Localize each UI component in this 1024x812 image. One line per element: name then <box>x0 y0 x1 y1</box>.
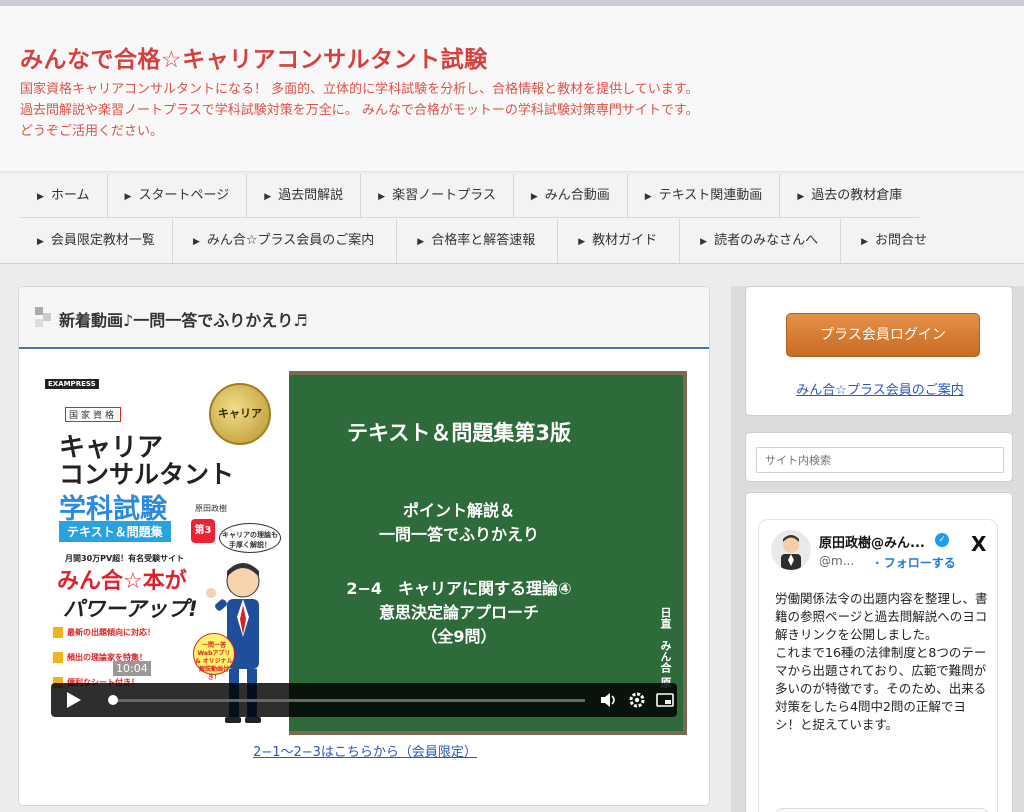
triangle-right-icon: ▶ <box>578 237 586 247</box>
board-line-3: 2−4 キャリアに関する理論④ <box>346 579 572 598</box>
member-video-link[interactable]: 2−1〜2−3はこちらから（会員限定） <box>19 741 711 760</box>
verified-badge-icon: ✓ <box>935 533 949 547</box>
book-feature: 最新の出題傾向に対応！ <box>53 627 193 638</box>
section-header: 新着動画♪一問一答でふりかえり♬ <box>19 287 709 349</box>
book-bubble: キャリアの理論も手厚く解説！ <box>219 523 281 553</box>
x-logo-icon[interactable]: X <box>971 532 986 556</box>
site-search-input[interactable] <box>756 447 1004 473</box>
login-widget: プラス会員ログイン みん合☆プラス会員のご案内 <box>745 286 1013 416</box>
chalkboard: テキスト＆問題集第3版 ポイント解説＆ 一問一答でふりかえり 2−4 キャリアに… <box>289 371 687 735</box>
board-line-1: ポイント解説＆ <box>402 501 515 520</box>
triangle-right-icon: ▶ <box>417 237 425 247</box>
volume-icon[interactable] <box>599 691 619 709</box>
nav-item-label: スタートページ <box>138 188 230 203</box>
tweet-card: 原田政樹@みん... ✓ @m... · フォローする X 労働関係法令の出題内… <box>758 519 998 812</box>
avatar-portrait-icon <box>781 535 801 570</box>
nav-item-label: 会員限定教材一覧 <box>50 233 155 248</box>
board-title: テキスト＆問題集第3版 <box>347 421 571 445</box>
book-cover-image: EXAMPRESS キャリア 国家資格 キャリア コンサルタント 原田政樹 学科… <box>41 371 289 735</box>
nav-row-1: ▶ ホーム ▶ スタートページ ▶ 過去問解説 ▶ 楽習ノートプラス ▶ みん合動画 ▶ テ… <box>20 174 920 218</box>
nav-item-note-plus[interactable]: ▶ 楽習ノートプラス <box>361 174 514 218</box>
board-line-4: 意思決定論アプローチ <box>378 603 539 622</box>
book-power: パワーアップ! <box>63 597 198 621</box>
triangle-right-icon: ▶ <box>797 192 805 202</box>
nav-item-label: 教材ガイド <box>592 233 658 248</box>
nav-item-member-materials[interactable]: ▶ 会員限定教材一覧 <box>20 219 173 263</box>
nav-item-pass-rate[interactable]: ▶ 合格率と解答速報 <box>397 219 559 263</box>
board-line-5: （全9問） <box>421 627 497 646</box>
picture-in-picture-icon[interactable] <box>655 691 675 709</box>
board-side-note: 日直 みん合 原 <box>659 607 672 688</box>
book-label: 国家資格 <box>65 407 122 422</box>
sidebar: プラス会員ログイン みん合☆プラス会員のご案内 原田政樹@みん... ✓ @m.… <box>731 286 1024 812</box>
triangle-right-icon: ▶ <box>124 192 132 202</box>
follow-button[interactable]: · フォローする <box>875 554 956 571</box>
video-controls: 10:04 <box>51 661 677 717</box>
triangle-right-icon: ▶ <box>37 237 44 247</box>
triangle-right-icon: ▶ <box>644 192 652 202</box>
site-description: 国家資格キャリアコンサルタントになる！ 多面的、立体的に学科試験を分析し、合格情… <box>20 82 699 139</box>
plus-login-button[interactable]: プラス会員ログイン <box>786 313 980 357</box>
nav-item-text-videos[interactable]: ▶ テキスト関連動画 <box>628 174 781 218</box>
seek-bar[interactable] <box>108 695 585 705</box>
video-player[interactable]: EXAMPRESS キャリア 国家資格 キャリア コンサルタント 原田政樹 学科… <box>41 371 687 735</box>
nav-item-label: テキスト関連動画 <box>658 188 763 203</box>
twitter-widget: 原田政樹@みん... ✓ @m... · フォローする X 労働関係法令の出題内… <box>745 492 1013 812</box>
nav-item-label: ホーム <box>50 188 90 203</box>
book-medal: キャリア <box>209 383 271 445</box>
nav-item-plus-guide[interactable]: ▶ みん合☆プラス会員のご案内 <box>173 219 398 263</box>
search-widget <box>745 432 1013 482</box>
triangle-right-icon: ▶ <box>378 192 386 202</box>
book-brand: EXAMPRESS <box>45 379 99 389</box>
book-badge: 一問一答 Webアプリ & オリジナル 解説動画付き！ <box>193 633 235 681</box>
site-title[interactable]: みんなで合格☆キャリアコンサルタント試験 <box>20 40 488 74</box>
plus-guide-link[interactable]: みん合☆プラス会員のご案内 <box>746 379 1014 398</box>
book-title-2: コンサルタント <box>59 460 235 489</box>
nav-row-2: ▶ 会員限定教材一覧 ▶ みん合☆プラス会員のご案内 ▶ 合格率と解答速報 ▶ 教材ガイ… <box>20 219 944 263</box>
nav-item-label: 楽習ノートプラス <box>392 188 496 203</box>
book-edition: 第3版 <box>191 519 215 560</box>
section-title: 新着動画♪一問一答でふりかえり♬ <box>59 311 308 330</box>
settings-gear-icon[interactable] <box>627 691 647 709</box>
nav-item-label: 合格率と解答速報 <box>431 233 536 248</box>
nav-item-label: みん合☆プラス会員のご案内 <box>206 233 375 248</box>
triangle-right-icon: ▶ <box>37 192 44 202</box>
book-author: 原田政樹 <box>195 504 227 513</box>
book-mina: みん合☆本が <box>57 569 187 594</box>
nav-item-contact[interactable]: ▶ お問合せ <box>841 219 944 263</box>
tweet-author-handle[interactable]: @m... <box>819 554 854 568</box>
nav-item-home[interactable]: ▶ ホーム <box>20 174 108 218</box>
triangle-right-icon: ▶ <box>861 237 868 247</box>
board-line-2: 一問一答でふりかえり <box>378 525 539 544</box>
nav-item-archive[interactable]: ▶ 過去の教材倉庫 <box>780 174 919 218</box>
tweet-text: 労働関係法令の出題内容を整理し、書籍の参照ページと過去問解説へのヨコ解きリンクを… <box>775 591 988 732</box>
heading-icon <box>35 307 51 327</box>
main-content-panel: 新着動画♪一問一答でふりかえり♬ EXAMPRESS キャリア 国家資格 キャリ… <box>18 286 710 806</box>
nav-item-label: みん合動画 <box>544 188 610 203</box>
nav-item-readers[interactable]: ▶ 読者のみなさんへ <box>680 219 842 263</box>
nav-item-past-questions[interactable]: ▶ 過去問解説 <box>247 174 362 218</box>
triangle-right-icon: ▶ <box>264 192 272 202</box>
main-navigation: ▶ ホーム ▶ スタートページ ▶ 過去問解説 ▶ 楽習ノートプラス ▶ みん合動画 ▶ テ… <box>0 174 1024 264</box>
play-button[interactable] <box>67 692 81 708</box>
triangle-right-icon: ▶ <box>530 192 538 202</box>
nav-item-label: 過去の教材倉庫 <box>811 188 903 203</box>
site-header: みんなで合格☆キャリアコンサルタント試験 国家資格キャリアコンサルタントになる！… <box>0 0 1024 172</box>
nav-item-material-guide[interactable]: ▶ 教材ガイド <box>558 219 681 263</box>
tweet-link-preview[interactable]: career_consult <box>775 808 989 812</box>
avatar[interactable] <box>771 530 811 570</box>
nav-item-label: 読者のみなさんへ <box>714 233 819 248</box>
nav-item-videos[interactable]: ▶ みん合動画 <box>514 174 628 218</box>
triangle-right-icon: ▶ <box>192 237 200 247</box>
nav-item-label: お問合せ <box>875 233 928 248</box>
time-tooltip: 10:04 <box>113 661 151 676</box>
seek-handle[interactable] <box>108 695 118 705</box>
tweet-author-name[interactable]: 原田政樹@みん... <box>819 532 925 551</box>
nav-item-label: 過去問解説 <box>278 188 344 203</box>
triangle-right-icon: ▶ <box>700 237 708 247</box>
book-subtitle: テキスト＆問題集 <box>59 521 171 542</box>
nav-item-start[interactable]: ▶ スタートページ <box>108 174 248 218</box>
